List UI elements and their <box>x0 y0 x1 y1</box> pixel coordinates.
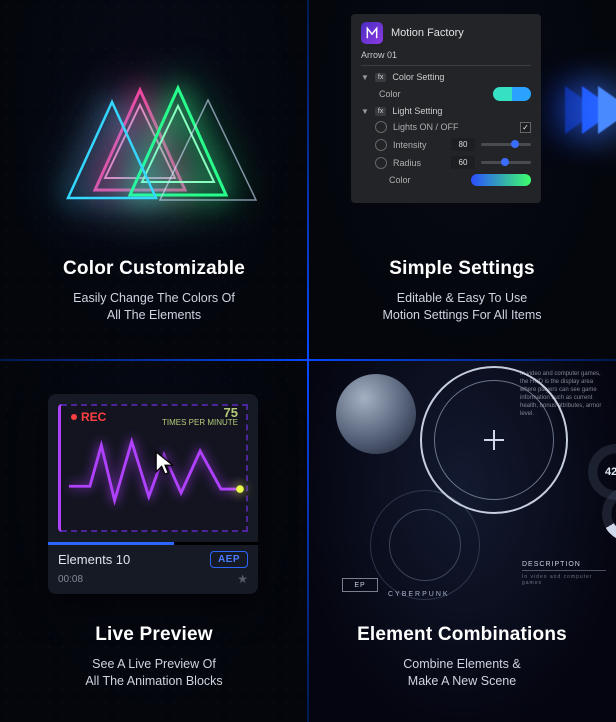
section-color-setting[interactable]: ▼ fx Color Setting <box>361 72 531 82</box>
section-label: Light Setting <box>392 106 442 116</box>
hud-text-block: In video and computer games, the HUD is … <box>520 370 610 418</box>
preview-duration: 00:08 <box>58 574 83 585</box>
motion-factory-logo-icon <box>361 22 383 44</box>
fx-badge: fx <box>375 73 386 82</box>
gradient-color-picker[interactable] <box>471 174 531 186</box>
panel-item-name: Arrow 01 <box>361 50 531 66</box>
divider-vertical <box>307 0 309 722</box>
card-simple-settings: Motion Factory Arrow 01 ▼ fx Color Setti… <box>308 0 616 360</box>
intensity-value[interactable]: 80 <box>451 138 475 151</box>
color2-label: Color <box>389 175 465 185</box>
card-title: Color Customizable <box>0 258 308 280</box>
intensity-label: Intensity <box>393 140 445 150</box>
preview-card[interactable]: REC 75 TIMES PER MINUTE Elements 10 AEP <box>48 394 258 594</box>
color-toggle[interactable] <box>493 87 531 101</box>
crosshair-icon <box>488 434 500 446</box>
chevron-graphic <box>587 86 616 139</box>
radius-value[interactable]: 60 <box>451 156 475 169</box>
hud-description-box: DESCRIPTION In video and computer games <box>522 561 606 586</box>
radius-label: Radius <box>393 158 445 168</box>
radius-slider[interactable] <box>481 161 531 164</box>
triangles-graphic <box>50 50 260 220</box>
lights-label: Lights ON / OFF <box>393 122 514 132</box>
card-title: Simple Settings <box>308 258 616 280</box>
ep-strip: EP <box>342 578 378 592</box>
cyberpunk-label: CYBERPUNK <box>388 591 450 598</box>
keyframe-button[interactable] <box>375 121 387 133</box>
tpm-display: 75 TIMES PER MINUTE <box>162 408 238 428</box>
settings-panel: Motion Factory Arrow 01 ▼ fx Color Setti… <box>351 14 541 203</box>
preview-item-name: Elements 10 <box>58 552 130 567</box>
divider-horizontal <box>0 359 616 361</box>
card-desc: Editable & Easy To Use Motion Settings F… <box>308 290 616 324</box>
preview-thumbnail[interactable]: REC 75 TIMES PER MINUTE <box>58 404 248 532</box>
aep-badge[interactable]: AEP <box>210 551 248 568</box>
globe-icon <box>336 374 416 454</box>
hex-ring <box>370 490 480 600</box>
favorite-star-icon[interactable]: ★ <box>237 572 248 586</box>
card-desc: See A Live Preview Of All The Animation … <box>0 656 308 690</box>
rec-indicator: REC <box>71 410 106 424</box>
lights-checkbox[interactable]: ✓ <box>520 122 531 133</box>
card-element-combinations: In video and computer games, the HUD is … <box>308 360 616 722</box>
keyframe-button[interactable] <box>375 139 387 151</box>
card-title: Element Combinations <box>308 624 616 646</box>
card-desc: Combine Elements & Make A New Scene <box>308 656 616 690</box>
caret-down-icon: ▼ <box>361 73 369 82</box>
cursor-icon <box>153 450 179 483</box>
record-dot-icon <box>71 414 77 420</box>
caret-down-icon: ▼ <box>361 107 369 116</box>
panel-app-name: Motion Factory <box>391 27 464 39</box>
card-desc: Easily Change The Colors Of All The Elem… <box>0 290 308 324</box>
color-label: Color <box>379 89 487 99</box>
section-light-setting[interactable]: ▼ fx Light Setting <box>361 106 531 116</box>
card-live-preview: REC 75 TIMES PER MINUTE Elements 10 AEP <box>0 360 308 722</box>
keyframe-button[interactable] <box>375 157 387 169</box>
section-label: Color Setting <box>392 72 444 82</box>
fx-badge: fx <box>375 107 386 116</box>
card-title: Live Preview <box>0 624 308 646</box>
intensity-slider[interactable] <box>481 143 531 146</box>
card-color-customizable: Color Customizable Easily Change The Col… <box>0 0 308 360</box>
